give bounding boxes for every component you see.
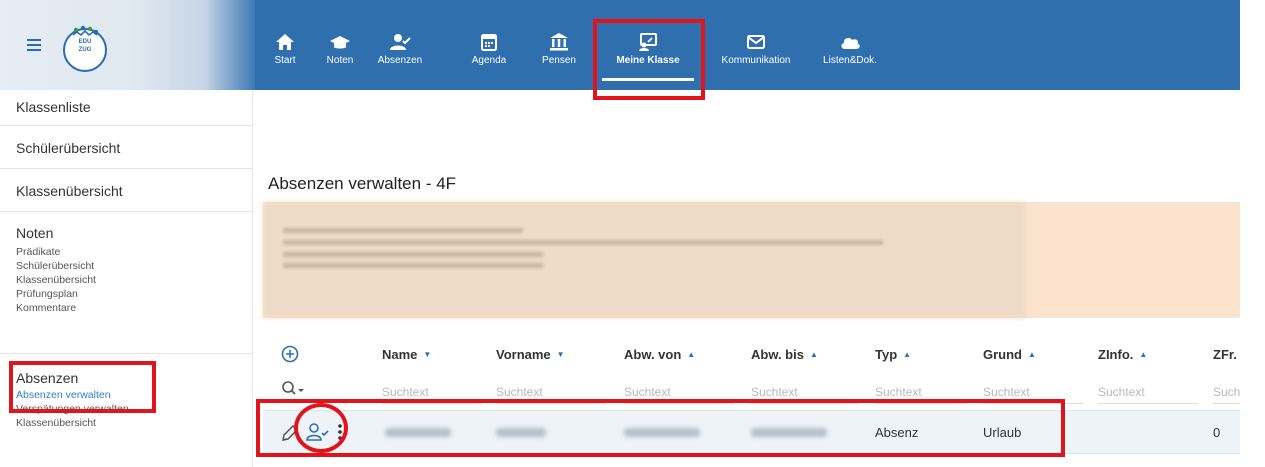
envelope-icon — [745, 32, 767, 52]
cloud-icon — [839, 32, 861, 52]
column-header-label: Vorname — [496, 347, 551, 362]
sort-desc-icon: ▼ — [423, 350, 432, 359]
sidebar-sub-klassenuebersicht[interactable]: Klassenübersicht — [16, 273, 253, 287]
page-title: Absenzen verwalten - 4F — [268, 174, 457, 193]
sidebar-sub-kommentare[interactable]: Kommentare — [16, 301, 253, 315]
brand-area: EDU ZUG — [0, 0, 255, 90]
sort-asc-icon: ▲ — [1028, 350, 1036, 359]
column-header-name[interactable]: Name ▼ — [382, 347, 431, 362]
column-header-abw-bis[interactable]: Abw. bis ▲ — [751, 347, 818, 362]
column-header-zinfo[interactable]: ZInfo. ▲ — [1098, 347, 1147, 362]
nav-item-pensen[interactable]: Pensen — [540, 32, 578, 74]
sidebar-item-label: Klassenliste — [16, 99, 91, 115]
cell-zfr: 0 — [1213, 425, 1221, 440]
column-header-label: Abw. von — [624, 347, 682, 362]
sidebar-sub-klassenuebersicht-absenzen[interactable]: Klassenübersicht — [16, 416, 253, 430]
highlight-circle-user-check — [294, 403, 348, 453]
blurred-text-line — [283, 252, 543, 257]
sort-asc-icon: ▲ — [903, 350, 912, 359]
edu-zug-logo[interactable]: EDU ZUG — [59, 22, 111, 74]
sidebar-item-label: Schülerübersicht — [16, 140, 121, 156]
user-check-icon — [389, 32, 411, 52]
hamburger-menu-icon[interactable] — [27, 39, 41, 51]
sidebar-section-noten: Noten Prädikate Schülerübersicht Klassen… — [0, 212, 253, 354]
column-header-label: Name — [382, 347, 418, 362]
sort-desc-icon: ▼ — [556, 350, 565, 359]
nav-item-noten[interactable]: Noten — [322, 32, 358, 74]
filter-input-zinfo[interactable]: Suchtext — [1098, 382, 1198, 404]
sidebar-sub-pruefungsplan[interactable]: Prüfungsplan — [16, 287, 253, 301]
info-message-box — [263, 202, 1240, 318]
sidebar-item-label: Klassenübersicht — [16, 183, 123, 199]
highlight-box-meine-klasse — [593, 19, 705, 100]
sidebar-section-title-noten[interactable]: Noten — [16, 225, 253, 241]
nav-item-absenzen[interactable]: Absenzen — [375, 32, 425, 74]
column-header-zfr[interactable]: ZFr. — [1213, 347, 1237, 362]
add-circle-icon[interactable] — [281, 345, 299, 363]
logo-line-1: EDU — [78, 39, 92, 45]
column-header-label: ZFr. — [1213, 347, 1237, 362]
sidebar-sub-praedikate[interactable]: Prädikate — [16, 245, 253, 259]
nav-label-listen-dok: Listen&Dok. — [823, 55, 877, 66]
column-header-grund[interactable]: Grund ▲ — [983, 347, 1036, 362]
main-navigation: Start Noten Absenzen Agenda Pensen Meine… — [255, 0, 1240, 90]
filter-search-icon[interactable] — [280, 380, 306, 400]
column-header-vorname[interactable]: Vorname ▼ — [496, 347, 565, 362]
blurred-text-line — [283, 240, 883, 245]
nav-label-noten: Noten — [326, 55, 354, 66]
nav-label-kommunikation: Kommunikation — [721, 55, 791, 66]
nav-item-agenda[interactable]: Agenda — [470, 32, 508, 74]
nav-label-pensen: Pensen — [542, 55, 576, 66]
sidebar-item-schuleruebersicht[interactable]: Schülerübersicht — [0, 126, 253, 169]
column-header-label: ZInfo. — [1098, 347, 1134, 362]
column-header-label: Typ — [875, 347, 898, 362]
info-message-blurred — [263, 202, 1026, 318]
blurred-text-line — [283, 263, 543, 268]
nav-item-start[interactable]: Start — [268, 32, 302, 74]
column-header-label: Grund — [983, 347, 1022, 362]
institution-icon — [548, 32, 570, 52]
logo-line-2: ZUG — [78, 47, 92, 53]
filter-input-zfr[interactable]: Such — [1213, 382, 1240, 404]
grid-header-row: Name ▼ Vorname ▼ Abw. von ▲ Abw. bis ▲ Typ ▲ … — [263, 337, 1240, 371]
sidebar-item-klassenliste[interactable]: Klassenliste — [0, 90, 253, 126]
sort-asc-icon: ▲ — [1139, 350, 1148, 359]
sidebar-item-klassenuebersicht[interactable]: Klassenübersicht — [0, 169, 253, 212]
sort-asc-icon: ▲ — [687, 350, 696, 359]
column-header-typ[interactable]: Typ ▲ — [875, 347, 911, 362]
graduation-cap-icon — [329, 32, 351, 52]
highlight-box-absenzen — [9, 361, 156, 413]
nav-label-start: Start — [274, 55, 296, 66]
sidebar-sub-schueleruebersicht[interactable]: Schülerübersicht — [16, 259, 253, 273]
column-header-abw-von[interactable]: Abw. von ▲ — [624, 347, 695, 362]
home-icon — [274, 32, 296, 52]
calendar-icon — [478, 32, 500, 52]
sort-asc-icon: ▲ — [809, 350, 818, 359]
nav-item-listen-dok[interactable]: Listen&Dok. — [820, 32, 880, 74]
column-header-label: Abw. bis — [751, 347, 804, 362]
blurred-text-line — [283, 228, 523, 233]
highlight-box-row — [256, 399, 1065, 457]
nav-label-absenzen: Absenzen — [377, 55, 423, 66]
nav-item-kommunikation[interactable]: Kommunikation — [712, 32, 800, 74]
nav-label-agenda: Agenda — [471, 55, 507, 66]
